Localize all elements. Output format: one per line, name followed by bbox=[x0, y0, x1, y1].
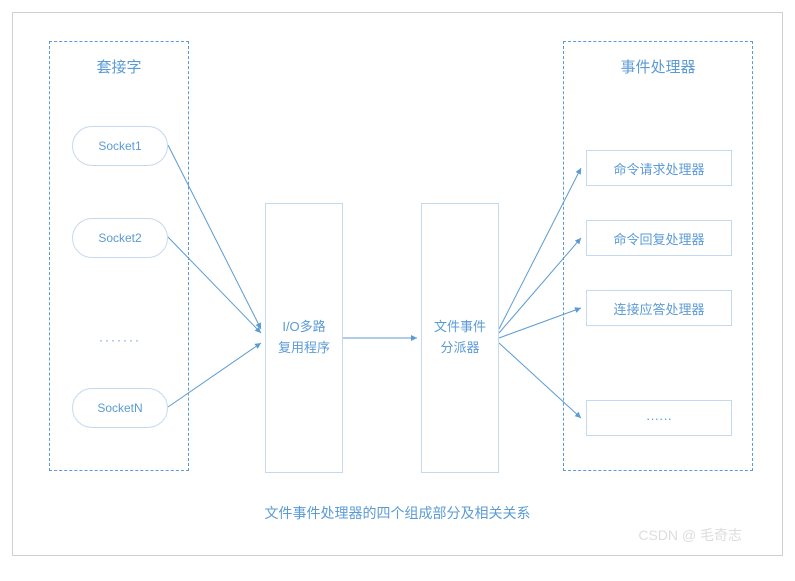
watermark-text: CSDN @ 毛奇志 bbox=[638, 525, 742, 545]
ellipsis: ······· bbox=[72, 320, 168, 360]
box-label: 文件事件 bbox=[434, 317, 486, 338]
handler-box: ······ bbox=[586, 400, 732, 436]
handler-box: 命令回复处理器 bbox=[586, 220, 732, 256]
socket-node: Socket2 bbox=[72, 218, 168, 258]
event-dispatcher-box: 文件事件 分派器 bbox=[421, 203, 499, 473]
io-multiplexer-box: I/O多路 复用程序 bbox=[265, 203, 343, 473]
box-label: 分派器 bbox=[440, 338, 479, 359]
handlers-group: 事件处理器 命令请求处理器 命令回复处理器 连接应答处理器 ······ bbox=[563, 41, 753, 471]
handler-box: 命令请求处理器 bbox=[586, 150, 732, 186]
socket-node: SocketN bbox=[72, 388, 168, 428]
sockets-title: 套接字 bbox=[50, 56, 188, 77]
socket-node: Socket1 bbox=[72, 126, 168, 166]
diagram-caption: 文件事件处理器的四个组成部分及相关关系 bbox=[13, 503, 782, 523]
diagram-frame: 套接字 Socket1 Socket2 ······· SocketN I/O多… bbox=[12, 12, 783, 556]
box-label: 复用程序 bbox=[278, 338, 330, 359]
handler-box: 连接应答处理器 bbox=[586, 290, 732, 326]
sockets-group: 套接字 Socket1 Socket2 ······· SocketN bbox=[49, 41, 189, 471]
handlers-title: 事件处理器 bbox=[564, 56, 752, 77]
box-label: I/O多路 bbox=[282, 317, 325, 338]
